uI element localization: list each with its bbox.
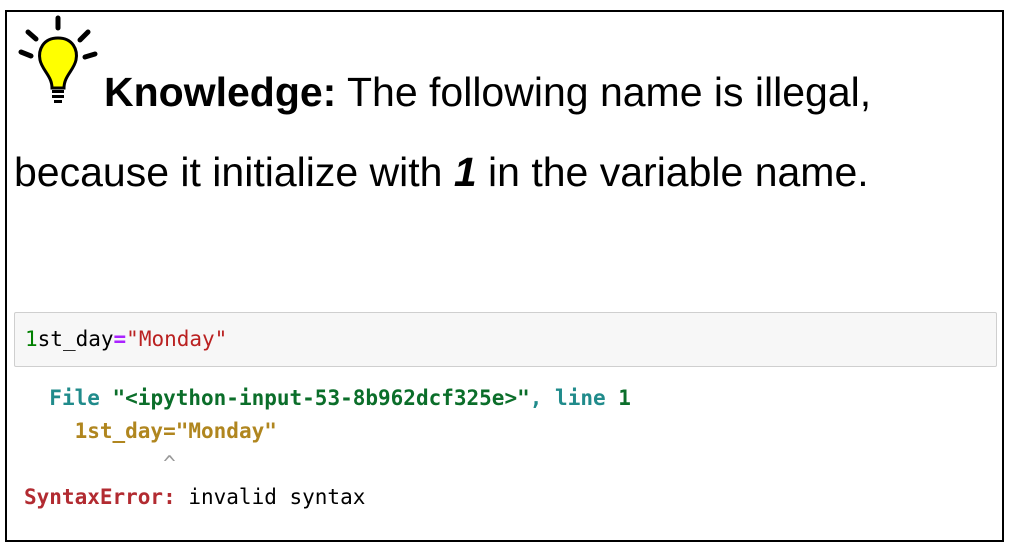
traceback-caret: ^ [163, 452, 176, 476]
knowledge-label: Knowledge: [104, 69, 337, 115]
traceback-source: 1st_day="Monday" [74, 419, 277, 443]
code-input[interactable]: 1st_day="Monday" [25, 327, 227, 351]
error-message: SyntaxError: invalid syntax [24, 485, 366, 509]
error-output: File "<ipython-input-53-8b962dcf325e>", … [24, 382, 631, 514]
code-cell[interactable]: 1st_day="Monday" [14, 312, 997, 367]
knowledge-text: Knowledge: The following name is illegal… [14, 69, 872, 195]
traceback-file-line: File "<ipython-input-53-8b962dcf325e>", … [49, 386, 631, 410]
